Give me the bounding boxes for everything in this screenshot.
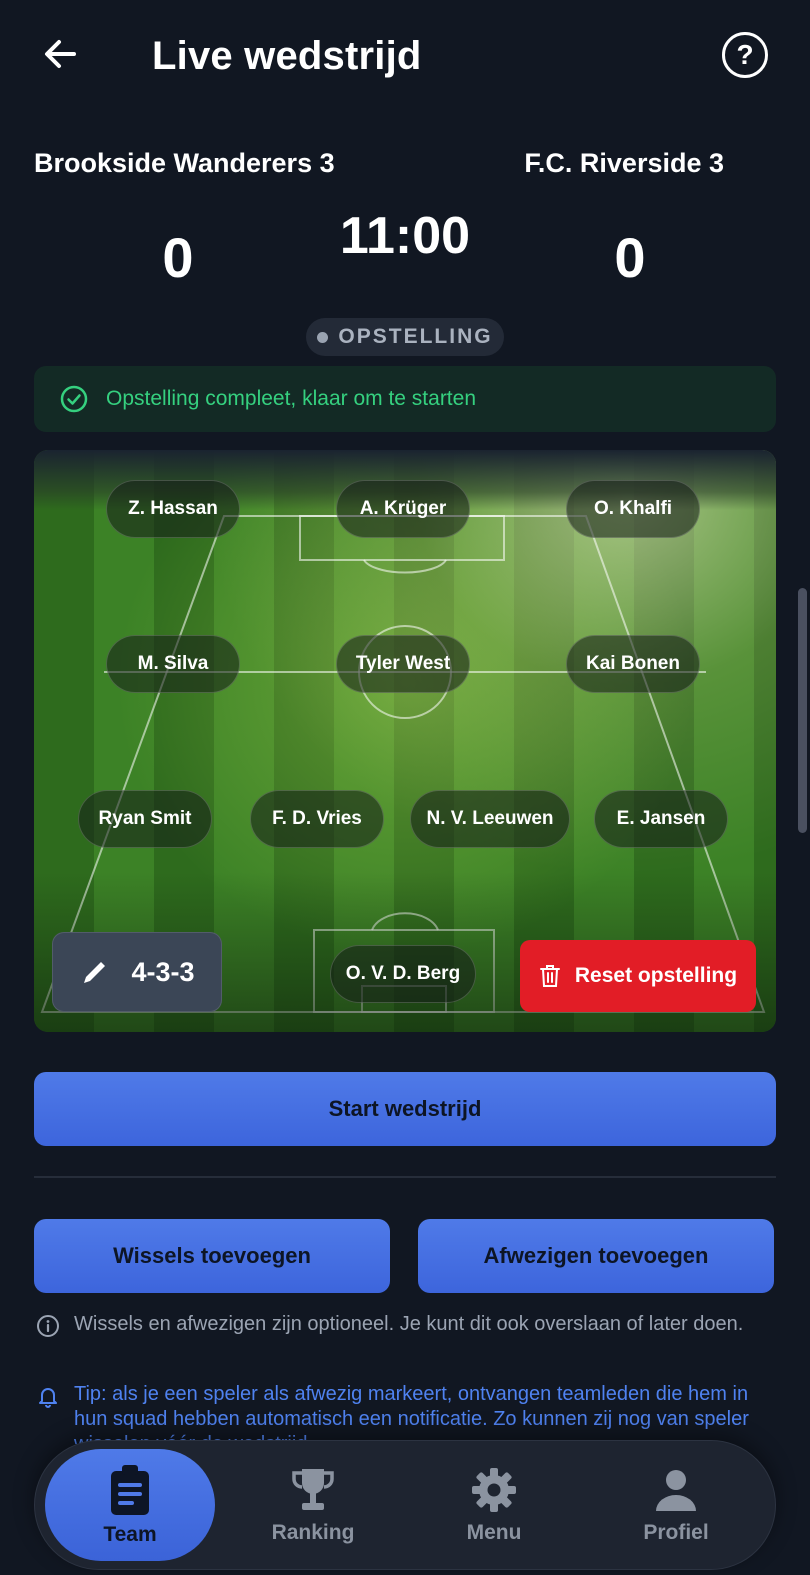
lineup-pitch: Z. Hassan A. Krüger O. Khalfi M. Silva T… — [34, 450, 776, 1032]
reset-lineup-label: Reset opstelling — [574, 964, 738, 987]
app-header: Live wedstrijd ? — [0, 0, 810, 115]
formation-button[interactable]: 4-3-3 — [52, 932, 222, 1012]
help-button[interactable]: ? — [722, 32, 768, 78]
nav-item-profile[interactable]: Profiel — [591, 1449, 761, 1561]
tip-text: Tip: als je een speler als afwezig marke… — [74, 1383, 749, 1444]
start-match-button[interactable]: Start wedstrijd — [34, 1072, 776, 1146]
player-slot[interactable]: M. Silva — [106, 635, 240, 693]
nav-item-ranking[interactable]: Ranking — [228, 1449, 398, 1561]
pencil-icon — [84, 962, 106, 983]
trophy-icon — [292, 1469, 334, 1510]
player-slot[interactable]: E. Jansen — [594, 790, 728, 848]
formation-label: 4-3-3 — [131, 956, 195, 987]
optional-info-text: Wissels en afwezigen zijn optioneel. Je … — [74, 1313, 744, 1335]
match-clock: 11:00 — [339, 207, 471, 265]
player-slot[interactable]: Z. Hassan — [106, 480, 240, 538]
person-icon — [656, 1470, 696, 1511]
away-score: 0 — [614, 226, 646, 289]
match-phase-badge: OPSTELLING — [306, 318, 504, 356]
player-slot[interactable]: Kai Bonen — [566, 635, 700, 693]
divider — [34, 1176, 776, 1178]
player-slot[interactable]: O. Khalfi — [566, 480, 700, 538]
nav-label-menu: Menu — [466, 1521, 522, 1544]
check-circle-icon — [60, 385, 88, 413]
player-slot[interactable]: A. Krüger — [336, 480, 470, 538]
back-button[interactable] — [36, 30, 84, 78]
nav-label-profile: Profiel — [643, 1521, 709, 1544]
question-mark-icon: ? — [736, 39, 754, 70]
optional-info-note: Wissels en afwezigen zijn optioneel. Je … — [36, 1312, 776, 1345]
info-icon — [36, 1312, 62, 1345]
home-team-name: Brookside Wanderers 3 — [34, 148, 335, 178]
nav-label-team: Team — [103, 1523, 157, 1546]
player-slot[interactable]: Tyler West — [336, 635, 470, 693]
player-slot[interactable]: F. D. Vries — [250, 790, 384, 848]
add-absent-button[interactable]: Afwezigen toevoegen — [418, 1219, 774, 1293]
nav-label-ranking: Ranking — [271, 1521, 355, 1544]
status-dot-icon — [317, 331, 329, 343]
bell-icon — [36, 1382, 62, 1444]
nav-item-team[interactable]: Team — [45, 1449, 215, 1561]
away-team-name: F.C. Riverside 3 — [524, 148, 724, 178]
clipboard-icon — [111, 1465, 149, 1515]
scrollbar-thumb[interactable] — [798, 588, 807, 833]
nav-item-menu[interactable]: Menu — [409, 1449, 579, 1561]
phase-label: OPSTELLING — [338, 325, 493, 348]
trash-icon — [539, 965, 560, 987]
lineup-status-banner: Opstelling compleet, klaar om te starten — [34, 366, 776, 432]
add-subs-button[interactable]: Wissels toevoegen — [34, 1219, 390, 1293]
page-title: Live wedstrijd — [152, 34, 422, 78]
player-slot[interactable]: Ryan Smit — [78, 790, 212, 848]
reset-lineup-button[interactable]: Reset opstelling — [520, 940, 756, 1012]
tip-note: Tip: als je een speler als afwezig marke… — [36, 1382, 776, 1444]
goalkeeper-slot[interactable]: O. V. D. Berg — [330, 945, 476, 1003]
arrow-left-icon — [45, 40, 76, 68]
bottom-nav: Team Ranking Menu Profiel — [34, 1440, 776, 1570]
player-slot[interactable]: N. V. Leeuwen — [410, 790, 570, 848]
status-message: Opstelling compleet, klaar om te starten — [106, 387, 477, 410]
gear-icon — [472, 1468, 516, 1512]
